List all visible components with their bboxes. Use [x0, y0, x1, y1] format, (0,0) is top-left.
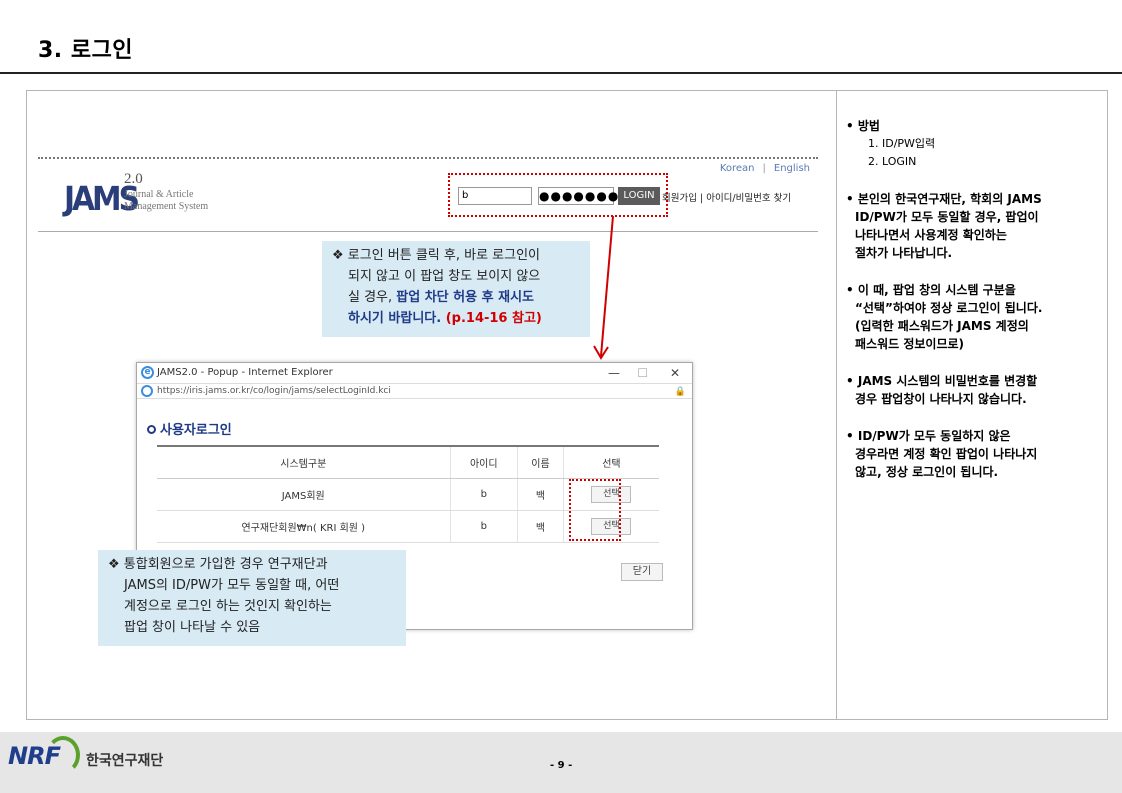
note-line: • 이 때, 팝업 창의 시스템 구분을	[846, 283, 1016, 297]
cell-name: 백	[517, 510, 564, 543]
note-line: 절차가 나타납니다.	[855, 246, 953, 260]
callout1-line3-text: 실 경우,	[348, 290, 397, 305]
note-line: 패스워드 정보이므로)	[855, 337, 965, 351]
note-method: • 방법 1. ID/PW입력 2. LOGIN	[846, 117, 1101, 171]
note-line: “선택”하여야 정상 로그인이 됩니다.	[855, 301, 1043, 315]
lang-english-link[interactable]: English	[774, 163, 810, 174]
password-input[interactable]: ●●●●●●●	[538, 187, 618, 205]
col-system: 시스템구분	[157, 445, 451, 479]
close-icon[interactable]: ✕	[670, 363, 680, 383]
instruction-notes: • 방법 1. ID/PW입력 2. LOGIN • 본인의 한국연구재단, 학…	[846, 117, 1101, 500]
ie-icon: e	[141, 366, 154, 379]
address-bar[interactable]: https://iris.jams.or.kr/co/login/jams/se…	[137, 383, 692, 399]
note-password-change: • JAMS 시스템의 비밀번호를 변경할 경우 팝업창이 나타나지 않습니다.	[846, 372, 1101, 408]
select-highlight-box	[569, 479, 621, 541]
popup-block-callout: ❖ 로그인 버튼 클릭 후, 바로 로그인이 되지 않고 이 팝업 창도 보이지…	[322, 241, 590, 337]
jams-subtitle-line2: Management System	[124, 201, 209, 212]
page-number: - 9 -	[550, 760, 573, 771]
callout2-line1: ❖ 통합회원으로 가입한 경우 연구재단과	[108, 557, 328, 572]
title-divider	[0, 72, 1122, 74]
callout1-line1: ❖ 로그인 버튼 클릭 후, 바로 로그인이	[332, 248, 541, 263]
note-sub-line: 1. ID/PW입력	[868, 137, 936, 150]
cell-system: JAMS회원	[157, 478, 451, 511]
col-name: 이름	[517, 445, 564, 479]
callout1-line4: 하시기 바랍니다. (p.14-16 참고)	[332, 308, 580, 329]
language-switcher: Korean | English	[720, 163, 810, 174]
callout1-line3: 실 경우, 팝업 차단 허용 후 재시도	[332, 287, 580, 308]
maximize-icon[interactable]: ☐	[637, 363, 648, 383]
cell-id: b	[449, 510, 518, 543]
jams-subtitle-line1: Journal & Article	[124, 189, 194, 200]
note-line: 않고, 정상 로그인이 됩니다.	[855, 465, 999, 479]
note-line: • 본인의 한국연구재단, 학회의 JAMS	[846, 192, 1042, 206]
note-same-credentials: • 본인의 한국연구재단, 학회의 JAMS ID/PW가 모두 동일할 경우,…	[846, 190, 1101, 262]
popup-window-title: JAMS2.0 - Popup - Internet Explorer	[157, 367, 333, 378]
cell-system: 연구재단회원₩n( KRI 회원 )	[157, 510, 451, 543]
id-input[interactable]: b	[458, 187, 532, 205]
lock-icon: 🔒	[674, 387, 686, 397]
note-different-credentials: • ID/PW가 모두 동일하지 않은 경우라면 계정 확인 팝업이 나타나지 …	[846, 427, 1101, 481]
login-button[interactable]: LOGIN	[618, 187, 660, 205]
note-line: (입력한 패스워드가 JAMS 계정의	[855, 319, 1029, 333]
popup-close-button[interactable]: 닫기	[621, 563, 663, 581]
minimize-icon[interactable]: —	[608, 363, 620, 383]
column-divider	[836, 90, 837, 720]
cell-name: 백	[517, 478, 564, 511]
member-links[interactable]: 회원가입 | 아이디/비밀번호 찾기	[662, 190, 791, 204]
callout1-emphasis: 팝업 차단 허용 후 재시도	[396, 290, 534, 305]
lang-korean-link[interactable]: Korean	[720, 163, 755, 174]
note-line: 경우라면 계정 확인 팝업이 나타나지	[855, 447, 1038, 461]
heading-bullet-icon	[147, 425, 156, 434]
callout1-line2: 되지 않고 이 팝업 창도 보이지 않으	[348, 269, 541, 284]
nrf-swoosh-icon	[46, 736, 80, 774]
note-line: ID/PW가 모두 동일할 경우, 팝업이	[855, 210, 1039, 224]
callout2-line4: 팝업 창이 나타날 수 있음	[124, 620, 261, 635]
jams-header-screenshot: JAMS 2.0 Journal & Article Management Sy…	[38, 157, 818, 232]
ie-page-icon	[141, 385, 153, 397]
note-line: • JAMS 시스템의 비밀번호를 변경할	[846, 374, 1038, 388]
lang-separator: |	[762, 163, 766, 174]
col-select: 선택	[562, 445, 659, 479]
popup-titlebar: e JAMS2.0 - Popup - Internet Explorer — …	[137, 363, 692, 383]
note-line: • 방법	[846, 119, 880, 133]
page-footer: NRF 한국연구재단 - 9 -	[0, 732, 1122, 793]
table-header-row: 시스템구분 아이디 이름 선택	[157, 445, 659, 479]
note-select-system: • 이 때, 팝업 창의 시스템 구분을 “선택”하여야 정상 로그인이 됩니다…	[846, 281, 1101, 353]
popup-heading-text: 사용자로그인	[160, 423, 232, 438]
callout1-emphasis-end: 하시기 바랍니다.	[348, 311, 442, 326]
org-name: 한국연구재단	[86, 753, 164, 769]
col-id: 아이디	[449, 445, 518, 479]
jams-subtitle: Journal & Article Management System	[124, 189, 208, 213]
callout2-line2: JAMS의 ID/PW가 모두 동일할 때, 어떤	[124, 578, 340, 593]
callout2-line3: 계정으로 로그인 하는 것인지 확인하는	[124, 599, 332, 614]
note-line: 경우 팝업창이 나타나지 않습니다.	[855, 392, 1027, 406]
page-title: 3. 로그인	[38, 38, 134, 63]
jams-version: 2.0	[124, 171, 143, 187]
integrated-member-callout: ❖ 통합회원으로 가입한 경우 연구재단과 JAMS의 ID/PW가 모두 동일…	[98, 550, 406, 646]
popup-url: https://iris.jams.or.kr/co/login/jams/se…	[157, 386, 391, 396]
note-line: 나타나면서 사용계정 확인하는	[855, 228, 1007, 242]
callout1-page-ref: (p.14-16 참고)	[441, 311, 542, 326]
note-line: • ID/PW가 모두 동일하지 않은	[846, 429, 1011, 443]
note-sub-line: 2. LOGIN	[868, 155, 917, 168]
popup-heading: 사용자로그인	[147, 419, 232, 438]
cell-id: b	[449, 478, 518, 511]
